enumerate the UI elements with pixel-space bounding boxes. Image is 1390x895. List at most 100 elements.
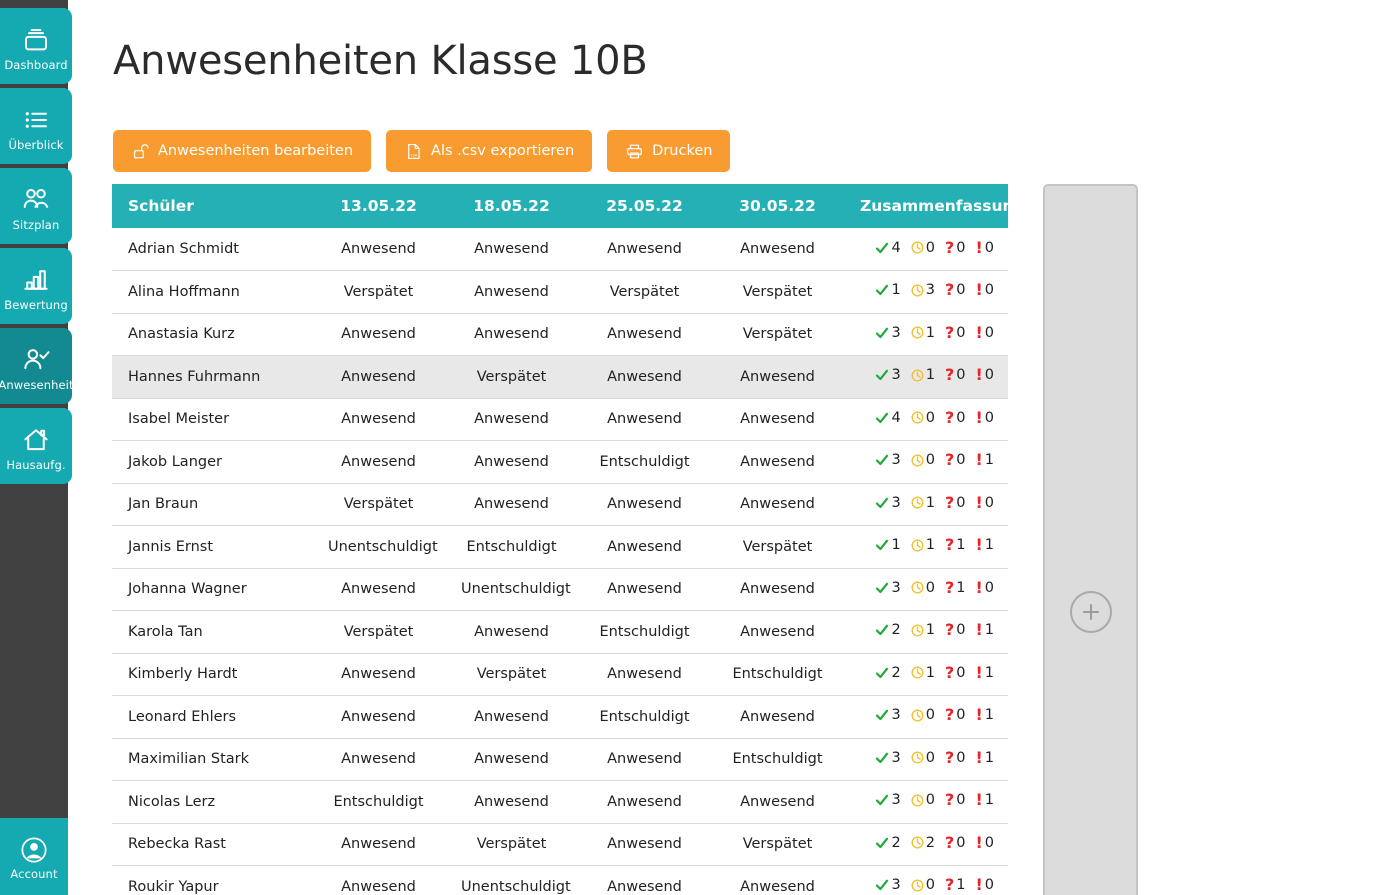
cell-attendance-status[interactable]: Verspätet (711, 525, 844, 569)
column-header-student[interactable]: Schüler (112, 184, 312, 228)
cell-attendance-status[interactable]: Verspätet (445, 653, 578, 696)
sidebar-item-anwesenheit[interactable]: Anwesenheit (0, 328, 73, 404)
cell-attendance-status[interactable]: Verspätet (445, 355, 578, 399)
cell-attendance-status[interactable]: Anwesend (711, 483, 844, 526)
cell-attendance-status[interactable]: Unentschuldigt (312, 525, 445, 569)
cell-attendance-status[interactable]: Anwesend (445, 440, 578, 484)
cell-attendance-status[interactable]: Anwesend (312, 398, 445, 441)
cell-attendance-status[interactable]: Anwesend (445, 398, 578, 441)
cell-attendance-status[interactable]: Anwesend (711, 228, 844, 271)
table-row[interactable]: Leonard Ehlers Anwesend Anwesend Entschuldi… (112, 695, 1008, 739)
cell-attendance-status[interactable]: Entschuldigt (578, 610, 711, 654)
plus-circle-icon[interactable] (1069, 591, 1112, 633)
table-row[interactable]: Nicolas Lerz Entschuldigt Anwesend Anwesend… (112, 780, 1008, 824)
cell-attendance-status[interactable]: Anwesend (578, 398, 711, 441)
column-header-date-2[interactable]: 18.05.22 (445, 184, 578, 228)
cell-attendance-status[interactable]: Anwesend (578, 738, 711, 781)
cell-attendance-status[interactable]: Verspätet (711, 270, 844, 314)
table-row[interactable]: Jannis Ernst Unentschuldigt Entschuldigt An… (112, 525, 1008, 569)
cell-attendance-status[interactable]: Anwesend (312, 313, 445, 356)
table-row[interactable]: Maximilian Stark Anwesend Anwesend Anwesend… (112, 738, 1008, 781)
cell-attendance-status[interactable]: Verspätet (711, 313, 844, 356)
sidebar-item-bewertung[interactable]: Bewertung (0, 248, 72, 324)
cell-attendance-status[interactable]: Anwesend (711, 865, 844, 895)
cell-attendance-status[interactable]: Entschuldigt (578, 695, 711, 739)
cell-attendance-status[interactable]: Anwesend (711, 610, 844, 654)
cell-attendance-status[interactable]: Anwesend (578, 568, 711, 611)
table-row[interactable]: Kimberly Hardt Anwesend Verspätet Anwesend E… (112, 653, 1008, 696)
column-header-summary[interactable]: Zusammenfassung (844, 184, 1025, 228)
table-row[interactable]: Karola Tan Verspätet Anwesend Entschuldigt A… (112, 610, 1008, 654)
table-row[interactable]: Alina Hoffmann Verspätet Anwesend Verspätet… (112, 270, 1008, 314)
table-row[interactable]: Roukir Yapur Anwesend Unentschuldigt Anwese… (112, 865, 1008, 895)
cell-attendance-status[interactable]: Anwesend (445, 780, 578, 824)
cell-attendance-status[interactable]: Anwesend (711, 695, 844, 739)
cell-attendance-status[interactable]: Anwesend (578, 525, 711, 569)
table-row[interactable]: Jakob Langer Anwesend Anwesend Entschuldigt… (112, 440, 1008, 484)
summary-counts: 1 1? 1! 1 (875, 537, 994, 553)
toolbar-button-drucken[interactable]: Drucken (607, 130, 731, 172)
cell-attendance-status[interactable]: Entschuldigt (445, 525, 578, 569)
table-row[interactable]: Johanna Wagner Anwesend Unentschuldigt Anwe… (112, 568, 1008, 611)
sidebar-item-dashboard[interactable]: Dashboard (0, 8, 72, 84)
cell-attendance-status[interactable]: Anwesend (445, 228, 578, 271)
table-row[interactable]: Jan Braun Verspätet Anwesend Anwesend Anwese… (112, 483, 1008, 526)
toolbar-button-anwesenheiten-bearbeiten[interactable]: Anwesenheiten bearbeiten (113, 130, 372, 172)
sidebar-item-account[interactable]: Account (0, 818, 68, 895)
sidebar-item-hausaufg[interactable]: Hausaufg. (0, 408, 72, 484)
cell-attendance-status[interactable]: Anwesend (711, 398, 844, 441)
cell-attendance-status[interactable]: Anwesend (711, 568, 844, 611)
cell-attendance-status[interactable]: Anwesend (578, 483, 711, 526)
table-row[interactable]: Rebecka Rast Anwesend Verspätet Anwesend Ver… (112, 823, 1008, 866)
table-row[interactable]: Hannes Fuhrmann Anwesend Verspätet Anwesend… (112, 355, 1008, 399)
sidebar-item-sitzplan[interactable]: Sitzplan (0, 168, 72, 244)
cell-attendance-status[interactable]: Verspätet (445, 823, 578, 866)
cell-attendance-status[interactable]: Entschuldigt (711, 738, 844, 781)
table-row[interactable]: Anastasia Kurz Anwesend Anwesend Anwesend Ve… (112, 313, 1008, 356)
cell-attendance-status[interactable]: Anwesend (445, 270, 578, 314)
summary-count: 0 (956, 324, 966, 341)
cell-attendance-status[interactable]: Anwesend (312, 738, 445, 781)
cell-attendance-status[interactable]: Verspätet (312, 610, 445, 654)
cell-attendance-status[interactable]: Unentschuldigt (445, 865, 578, 895)
cell-attendance-status[interactable]: Verspätet (578, 270, 711, 314)
column-header-date-3[interactable]: 25.05.22 (578, 184, 711, 228)
cell-attendance-status[interactable]: Anwesend (445, 738, 578, 781)
cell-attendance-status[interactable]: Anwesend (312, 653, 445, 696)
cell-attendance-status[interactable]: Anwesend (578, 313, 711, 356)
column-header-date-1[interactable]: 13.05.22 (312, 184, 445, 228)
cell-attendance-status[interactable]: Anwesend (312, 355, 445, 399)
cell-attendance-status[interactable]: Anwesend (312, 440, 445, 484)
cell-attendance-status[interactable]: Anwesend (312, 228, 445, 271)
column-header-date-4[interactable]: 30.05.22 (711, 184, 844, 228)
cell-attendance-status[interactable]: Anwesend (312, 865, 445, 895)
cell-attendance-status[interactable]: Entschuldigt (578, 440, 711, 484)
cell-attendance-status[interactable]: Anwesend (578, 780, 711, 824)
cell-attendance-status[interactable]: Anwesend (578, 823, 711, 866)
table-row[interactable]: Adrian Schmidt Anwesend Anwesend Anwesend An… (112, 228, 1008, 271)
cell-attendance-status[interactable]: Anwesend (445, 610, 578, 654)
cell-attendance-status[interactable]: Unentschuldigt (445, 568, 578, 611)
summary-group-exclamation-mark-icon: ! 0 (975, 494, 994, 511)
cell-attendance-status[interactable]: Anwesend (578, 228, 711, 271)
cell-attendance-status[interactable]: Verspätet (312, 270, 445, 314)
cell-attendance-status[interactable]: Anwesend (312, 823, 445, 866)
cell-attendance-status[interactable]: Anwesend (578, 653, 711, 696)
cell-attendance-status[interactable]: Anwesend (578, 865, 711, 895)
cell-attendance-status[interactable]: Anwesend (711, 780, 844, 824)
cell-attendance-status[interactable]: Entschuldigt (711, 653, 844, 696)
cell-attendance-status[interactable]: Verspätet (711, 823, 844, 866)
cell-attendance-status[interactable]: Anwesend (312, 695, 445, 739)
cell-attendance-status[interactable]: Anwesend (711, 440, 844, 484)
toolbar-button-als-csv-exportieren[interactable]: csv Als .csv exportieren (386, 130, 593, 172)
cell-attendance-status[interactable]: Anwesend (578, 355, 711, 399)
cell-attendance-status[interactable]: Anwesend (445, 483, 578, 526)
sidebar-item--berblick[interactable]: Überblick (0, 88, 72, 164)
cell-attendance-status[interactable]: Anwesend (445, 695, 578, 739)
cell-attendance-status[interactable]: Verspätet (312, 483, 445, 526)
table-row[interactable]: Isabel Meister Anwesend Anwesend Anwesend An… (112, 398, 1008, 441)
cell-attendance-status[interactable]: Entschuldigt (312, 780, 445, 824)
cell-attendance-status[interactable]: Anwesend (312, 568, 445, 611)
cell-attendance-status[interactable]: Anwesend (711, 355, 844, 399)
cell-attendance-status[interactable]: Anwesend (445, 313, 578, 356)
